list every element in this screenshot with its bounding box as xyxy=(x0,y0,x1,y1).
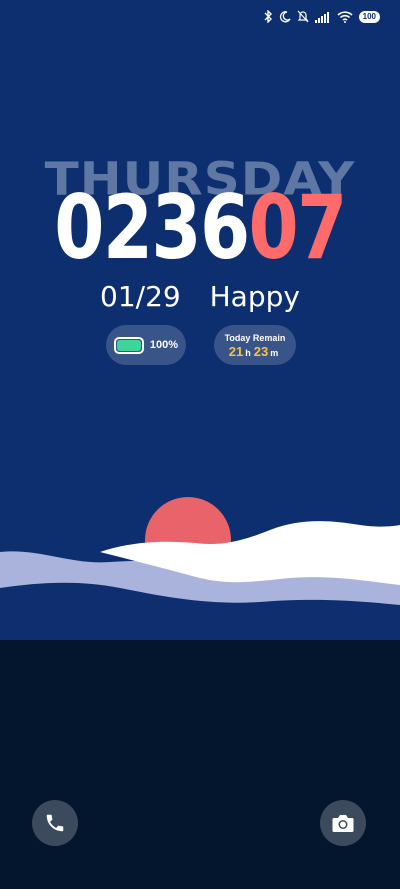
battery-percent: 100% xyxy=(149,339,179,351)
ground-background xyxy=(0,640,400,889)
remain-minutes: 23 xyxy=(253,343,269,359)
date-text: 01/29 xyxy=(100,280,181,313)
today-remain-widget: Today Remain 21 h 23 m xyxy=(214,325,296,365)
status-battery-indicator: 100 xyxy=(358,10,380,23)
status-bar: 100 xyxy=(263,10,380,23)
camera-icon xyxy=(331,812,355,834)
lock-screen: 100 THURSDAY 023607 01/29 Happy 100% Tod… xyxy=(0,0,400,889)
remain-hours-unit: h xyxy=(245,347,251,358)
battery-fill xyxy=(116,339,141,351)
moon-icon xyxy=(279,10,291,23)
remain-title: Today Remain xyxy=(224,332,286,343)
battery-icon xyxy=(113,336,144,354)
wifi-icon xyxy=(337,10,353,23)
battery-widget: 100% xyxy=(106,325,186,365)
remain-hours: 21 xyxy=(228,343,244,359)
camera-shortcut-button[interactable] xyxy=(320,800,366,846)
remain-minutes-unit: m xyxy=(270,347,279,358)
signal-icon xyxy=(314,11,331,23)
clock-seconds: 07 xyxy=(248,176,348,279)
phone-icon xyxy=(44,812,66,834)
wave-landscape-illustration xyxy=(0,497,400,640)
remain-values: 21 h 23 m xyxy=(228,343,281,360)
phone-shortcut-button[interactable] xyxy=(32,800,78,846)
bell-off-icon xyxy=(297,10,309,23)
clock-hours-minutes: 0236 xyxy=(54,176,250,279)
bluetooth-icon xyxy=(263,10,273,23)
mood-text: Happy xyxy=(209,280,300,313)
date-row: 01/29 Happy xyxy=(0,280,400,313)
clock-time: 023607 xyxy=(36,180,364,275)
